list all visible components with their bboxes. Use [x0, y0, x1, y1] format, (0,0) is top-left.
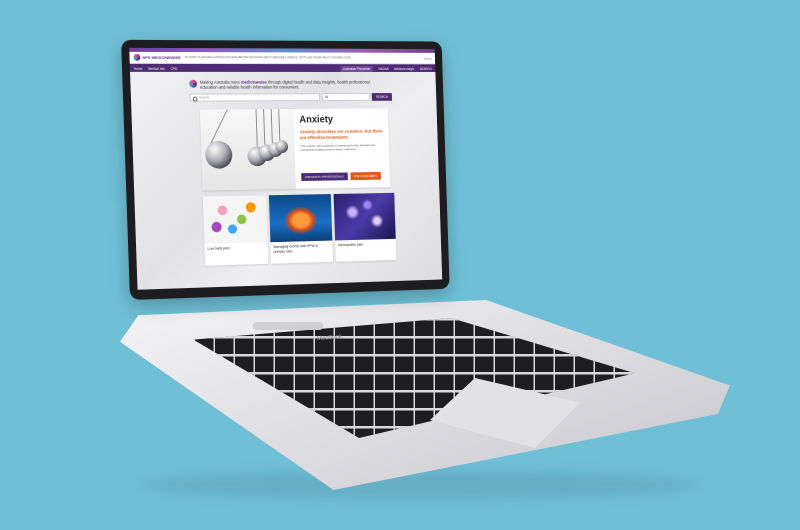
topic-cards: Low back pain Managing GORD with PPIs in… — [202, 192, 397, 266]
search-bar: Search All SEARCH — [189, 93, 393, 102]
card-caption: Neuropathic pain — [337, 242, 364, 248]
feature-buttons: FOR HEALTH PROFESSIONALS FOR CONSUMERS — [301, 171, 381, 181]
laptop-shadow — [140, 470, 700, 500]
nav-item-cpd[interactable]: CPD — [171, 66, 178, 70]
search-button[interactable]: SEARCH — [371, 93, 393, 101]
laptop-hinge — [253, 322, 323, 330]
card-neuropathic-pain[interactable]: Neuropathic pain — [333, 192, 397, 262]
feature-description: This program offers guidance on assessin… — [300, 143, 376, 152]
site-tagline: 20 YEARS OF HELPING AUSTRALIANS MAKE BET… — [184, 56, 352, 60]
card-image — [202, 195, 268, 244]
card-low-back-pain[interactable]: Low back pain — [202, 195, 269, 266]
search-placeholder: Search — [198, 95, 210, 100]
feature-title: Anxiety — [299, 114, 334, 126]
card-gord-ppis[interactable]: Managing GORD with PPIs in primary care — [268, 194, 334, 264]
nav-item-home[interactable]: Home — [134, 66, 143, 70]
logo-text: NPS MEDICINEWISE — [142, 54, 181, 60]
nav-search-link[interactable]: SEARCH — [420, 67, 432, 71]
card-caption: Managing GORD with PPIs in primary care — [273, 243, 318, 254]
nav-item-australian-prescriber[interactable]: Australian Prescriber — [340, 65, 374, 72]
login-link[interactable]: Log in — [424, 56, 431, 60]
site-topbar: NPS MEDICINEWISE 20 YEARS OF HELPING AUS… — [129, 51, 436, 65]
newtons-cradle-image — [199, 108, 297, 191]
nav-item-medical-info[interactable]: Medical info — [148, 66, 165, 70]
card-image — [333, 192, 396, 241]
search-input[interactable]: Search — [189, 93, 321, 102]
card-caption: Low back pain — [207, 246, 230, 251]
laptop-scene: MacBook NPS MEDICINEWISE 20 YEARS OF HEL… — [0, 0, 800, 530]
browser-viewport: NPS MEDICINEWISE 20 YEARS OF HELPING AUS… — [129, 47, 443, 290]
feature-banner[interactable]: Anxiety Anxiety disorders are common, bu… — [199, 108, 391, 191]
nav-item-radar[interactable]: RADAR — [378, 67, 388, 71]
consumers-button[interactable]: FOR CONSUMERS — [350, 171, 381, 181]
nav-item-medicineinsight[interactable]: MedicineInsight — [394, 67, 414, 71]
laptop-screen: NPS MEDICINEWISE 20 YEARS OF HELPING AUS… — [121, 39, 450, 300]
brand-bubble-icon — [189, 79, 198, 88]
history-icon — [192, 96, 198, 102]
feature-content: Anxiety Anxiety disorders are common, bu… — [293, 108, 390, 188]
health-professionals-button[interactable]: FOR HEALTH PROFESSIONALS — [301, 172, 348, 181]
card-image — [268, 194, 333, 243]
feature-subtitle: Anxiety disorders are common, but there … — [299, 128, 383, 140]
search-scope-select[interactable]: All — [321, 93, 371, 102]
logo-icon — [133, 53, 141, 61]
intro-text: Making Australia more medicinewise throu… — [189, 80, 387, 90]
site-logo[interactable]: NPS MEDICINEWISE — [133, 53, 181, 61]
